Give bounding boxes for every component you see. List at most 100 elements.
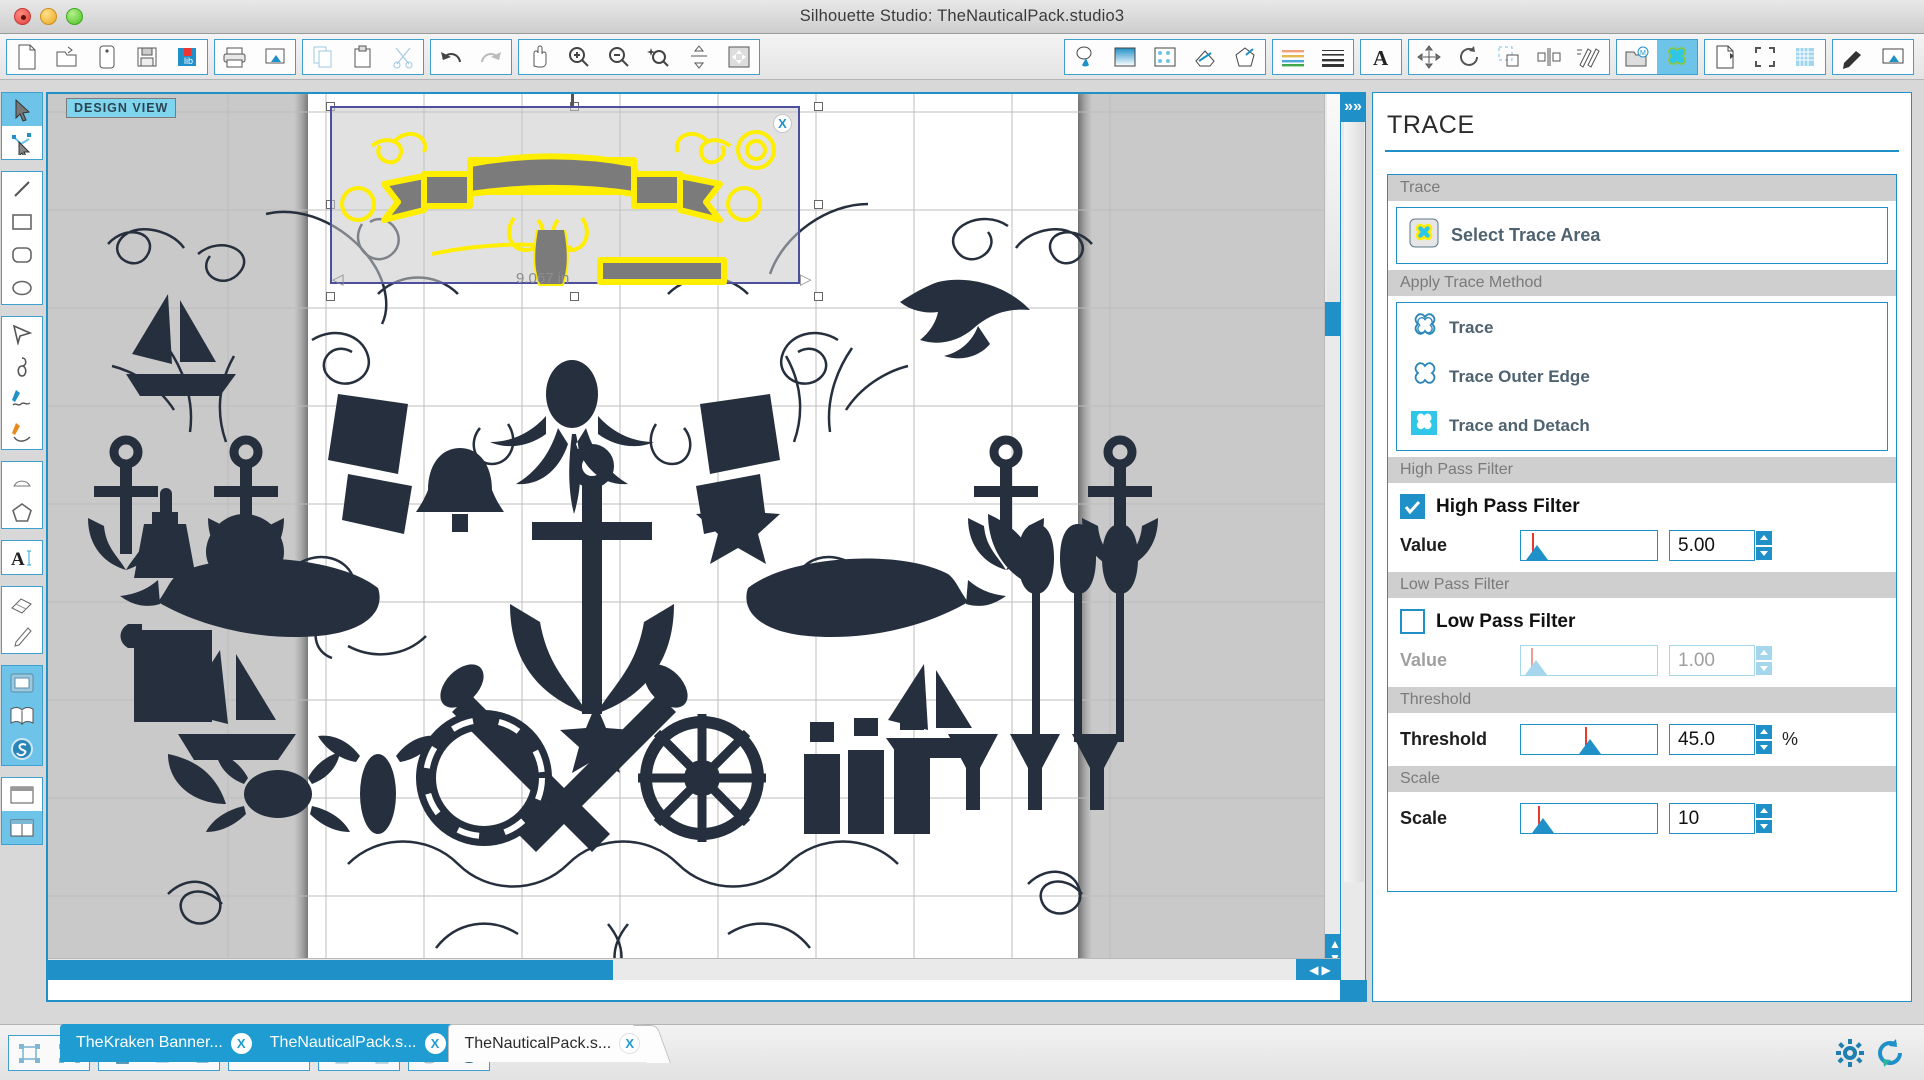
scroll-right-icon[interactable]: ▶ [1322,963,1331,977]
undo-icon[interactable] [431,40,471,74]
low-pass-value-stepper[interactable] [1755,645,1773,676]
fill-color-icon[interactable] [1065,40,1105,74]
sketch-pen-lines-icon[interactable] [1273,40,1313,74]
knife-tool-icon[interactable] [2,620,42,653]
collapse-panel-icon[interactable]: »» [1340,92,1366,122]
trace-method-trace-and-detach[interactable]: Trace and Detach [1397,401,1887,450]
select-arrow-icon[interactable] [2,93,42,126]
group-icon[interactable] [9,1036,49,1070]
ellipse-tool-icon[interactable] [2,271,42,304]
text-style-icon[interactable]: A [1361,40,1401,74]
canvas-viewport[interactable]: X ◁ 9.067 in ▷ DESIGN VIEW ▲ ▼ [48,94,1344,980]
new-document-icon[interactable] [7,40,47,74]
redo-icon[interactable] [471,40,511,74]
panel-rail-thumb[interactable] [1344,122,1364,882]
selection-box[interactable]: X [330,106,800,286]
low-pass-value-input[interactable]: 1.00 [1669,645,1755,676]
settings-gear-icon[interactable] [1830,1033,1870,1073]
replicate-icon[interactable] [1569,40,1609,74]
threshold-slider[interactable] [1520,724,1658,755]
cut-scissors-icon[interactable] [383,40,423,74]
draw-freehand-icon[interactable] [2,383,42,416]
selection-handle-mr[interactable] [814,200,823,209]
zoom-selection-icon[interactable] [639,40,679,74]
registration-marks-icon[interactable] [1745,40,1785,74]
select-trace-area-button[interactable]: Select Trace Area [1397,208,1887,263]
align-icon[interactable] [1529,40,1569,74]
selection-close-icon[interactable]: X [773,114,792,133]
threshold-input[interactable]: 45.0 [1669,724,1755,755]
selection-handle-bl[interactable] [326,292,335,301]
save-to-library-icon[interactable]: lib [167,40,207,74]
store-icon[interactable] [2,732,42,765]
tab-close-icon[interactable]: X [424,1032,446,1054]
tab-close-icon[interactable]: X [230,1032,252,1054]
arc-tool-icon[interactable] [2,462,42,495]
cut-settings-icon[interactable] [1833,40,1873,74]
panel-rail-scrollbar[interactable] [1340,122,1367,1002]
polygon-tool-icon[interactable] [2,317,42,350]
tab-close-icon[interactable]: X [619,1033,641,1054]
library-book-icon[interactable] [2,699,42,732]
rotate-icon[interactable] [1449,40,1489,74]
grid-settings-icon[interactable] [1785,40,1825,74]
page-setup-icon[interactable] [1705,40,1745,74]
high-pass-value-slider[interactable] [1520,530,1658,561]
zoom-in-icon[interactable] [559,40,599,74]
threshold-stepper[interactable] [1755,724,1773,755]
canvas-horizontal-scrollbar[interactable]: ◀ ▶ [48,958,1344,980]
high-pass-filter-checkbox[interactable] [1400,494,1425,519]
scale-input[interactable]: 10 [1669,803,1755,834]
copy-icon[interactable] [303,40,343,74]
scale-stepper[interactable] [1755,803,1773,834]
zoom-out-icon[interactable] [599,40,639,74]
my-library-icon[interactable]: M [1617,40,1657,74]
regular-polygon-tool-icon[interactable] [2,495,42,528]
scroll-left-icon[interactable]: ◀ [1309,963,1318,977]
edit-points-icon[interactable] [2,126,42,159]
line-thickness-icon[interactable] [1313,40,1353,74]
document-tab-active[interactable]: TheNauticalPack.s... X [447,1024,672,1063]
pan-hand-icon[interactable] [519,40,559,74]
design-canvas[interactable]: X ◁ 9.067 in ▷ DESIGN VIEW ▲ ▼ [46,92,1364,1002]
split-view-icon[interactable] [2,811,42,844]
high-pass-value-stepper[interactable] [1755,530,1773,561]
eraser-tool-icon[interactable] [2,587,42,620]
pattern-fill-icon[interactable] [1145,40,1185,74]
selection-handle-bc[interactable] [570,292,579,301]
line-tool-icon[interactable] [2,172,42,205]
low-pass-value-slider[interactable] [1520,645,1658,676]
rectangle-tool-icon[interactable] [2,205,42,238]
send-to-cutter-icon[interactable] [1873,40,1913,74]
line-color-icon[interactable] [1185,40,1225,74]
trace-method-trace[interactable]: Trace [1397,303,1887,352]
move-icon[interactable] [1409,40,1449,74]
rotation-handle[interactable] [571,94,574,106]
document-tab[interactable]: TheKraken Banner... X [60,1024,283,1062]
selection-handle-br[interactable] [814,292,823,301]
low-pass-filter-checkbox[interactable] [1400,609,1425,634]
paste-icon[interactable] [343,40,383,74]
fit-to-height-icon[interactable] [679,40,719,74]
gradient-fill-icon[interactable] [1105,40,1145,74]
design-page-icon[interactable] [2,666,42,699]
send-to-silhouette-icon[interactable] [255,40,295,74]
fit-to-page-icon[interactable] [719,40,759,74]
hscroll-buttons[interactable]: ◀ ▶ [1296,959,1344,980]
draw-smooth-icon[interactable] [2,416,42,449]
panel-rail-button[interactable] [1341,980,1367,1002]
document-tab[interactable]: TheNauticalPack.s... X [253,1024,477,1062]
print-icon[interactable] [215,40,255,74]
curve-tool-icon[interactable] [2,350,42,383]
high-pass-value-input[interactable]: 5.00 [1669,530,1755,561]
scale-slider[interactable] [1520,803,1658,834]
save-icon[interactable] [127,40,167,74]
line-style-icon[interactable] [1225,40,1265,74]
rounded-rectangle-tool-icon[interactable] [2,238,42,271]
text-tool-icon[interactable]: A [2,541,42,574]
open-recent-icon[interactable] [87,40,127,74]
open-folder-icon[interactable] [47,40,87,74]
selection-handle-tr[interactable] [814,102,823,111]
single-view-icon[interactable] [2,778,42,811]
sync-refresh-icon[interactable] [1870,1033,1910,1073]
